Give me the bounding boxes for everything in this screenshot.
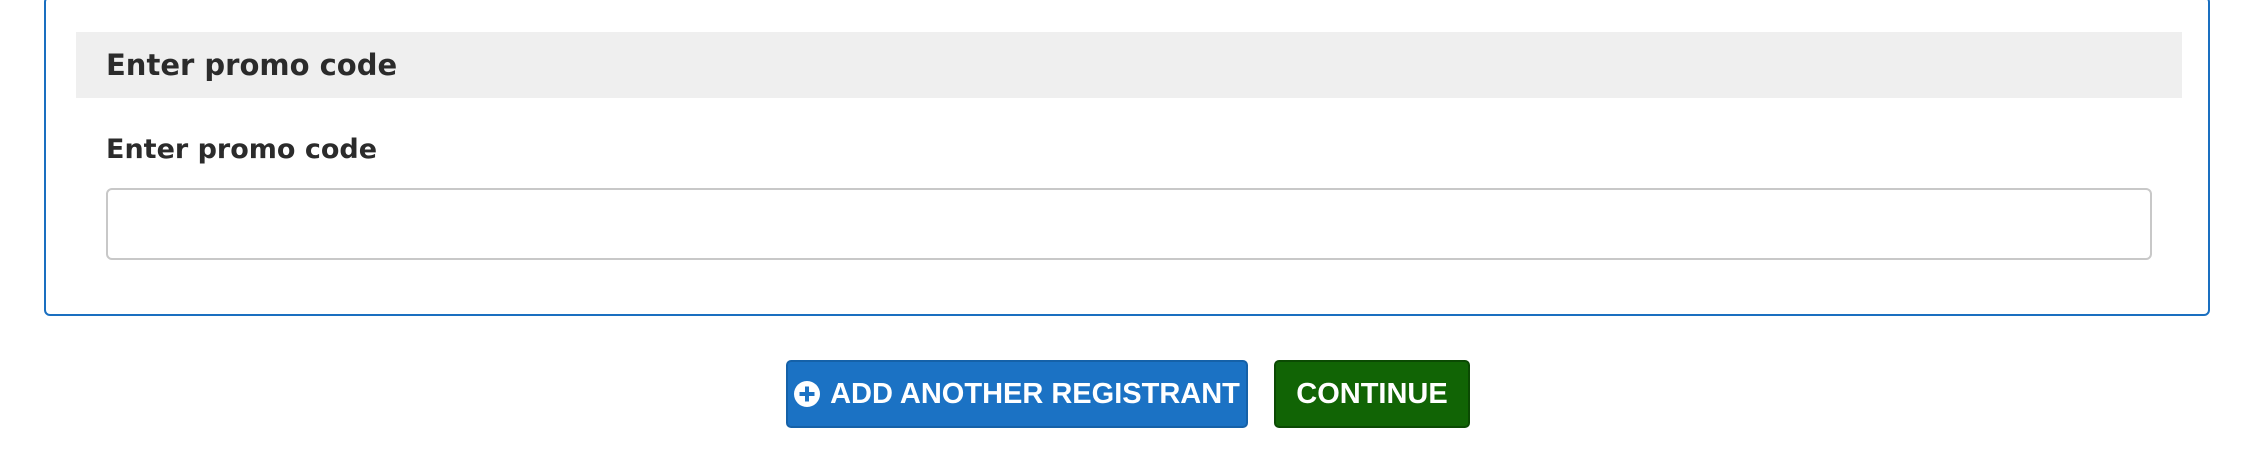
continue-label: CONTINUE (1296, 377, 1448, 410)
promo-code-input[interactable] (106, 188, 2152, 260)
plus-circle-icon (794, 381, 821, 407)
add-another-registrant-label: ADD ANOTHER REGISTRANT (830, 377, 1240, 410)
add-another-registrant-button[interactable]: ADD ANOTHER REGISTRANT (786, 360, 1248, 428)
promo-section-title: Enter promo code (106, 48, 398, 82)
promo-code-label: Enter promo code (106, 134, 378, 165)
promo-code-panel: Enter promo code Enter promo code (44, 0, 2210, 316)
continue-button[interactable]: CONTINUE (1274, 360, 1470, 428)
promo-section-header: Enter promo code (76, 32, 2182, 98)
